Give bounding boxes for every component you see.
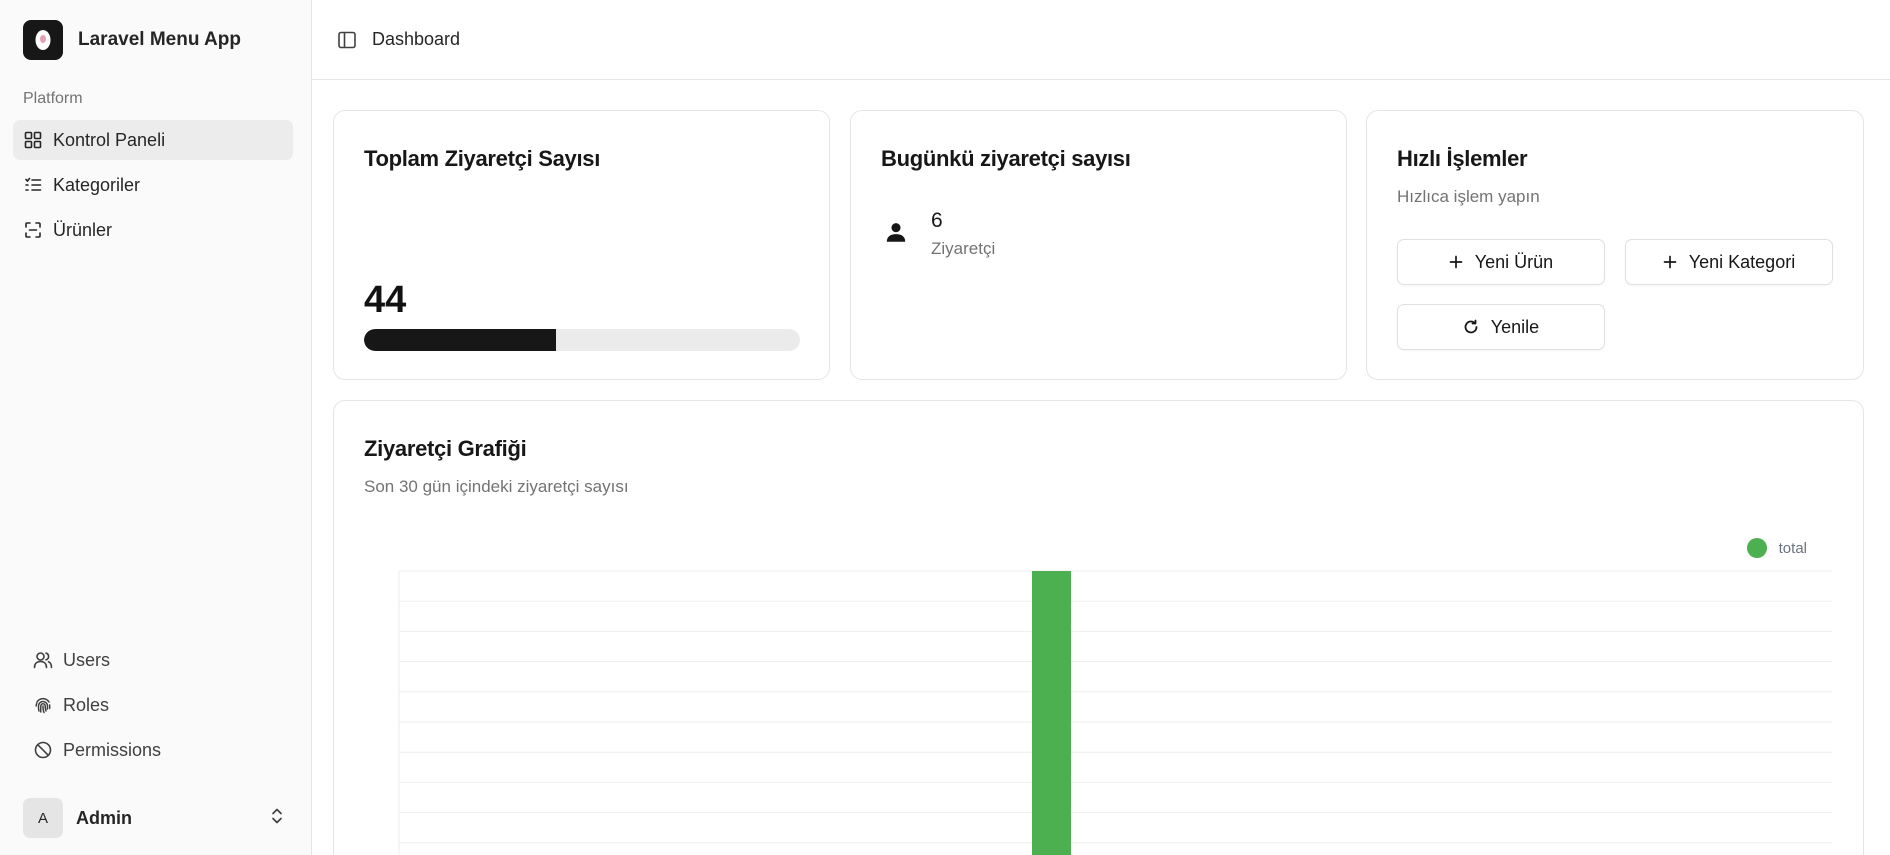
fingerprint-icon xyxy=(33,695,53,715)
sidebar-item-label: Ürünler xyxy=(53,219,113,240)
grid-icon xyxy=(23,130,43,150)
plus-icon xyxy=(1449,255,1463,269)
today-visitors-card: Bugünkü ziyaretçi sayısı 6 Ziyaretçi xyxy=(850,110,1347,380)
sidebar-item-dashboard[interactable]: Kontrol Paneli xyxy=(13,120,293,160)
user-icon xyxy=(883,219,909,245)
sidebar-item-label: Permissions xyxy=(63,739,162,760)
card-title: Bugünkü ziyaretçi sayısı xyxy=(881,146,1131,171)
total-visitors-value: 44 xyxy=(364,279,407,321)
sidebar-item-label: Kategoriler xyxy=(53,174,141,195)
sidebar-item-label: Kontrol Paneli xyxy=(53,129,166,150)
app-name: Laravel Menu App xyxy=(78,29,241,50)
user-menu[interactable]: A Admin xyxy=(23,798,285,838)
brand[interactable]: Laravel Menu App xyxy=(23,20,241,60)
sidebar-item-categories[interactable]: Kategoriler xyxy=(13,165,293,205)
new-category-label: Yeni Kategori xyxy=(1688,251,1796,272)
plus-icon xyxy=(1663,255,1677,269)
list-icon xyxy=(23,175,43,195)
sidebar-item-roles[interactable]: Roles xyxy=(23,685,293,725)
sidebar-toggle-icon[interactable] xyxy=(336,29,358,51)
new-product-label: Yeni Ürün xyxy=(1474,251,1554,272)
refresh-icon xyxy=(1463,319,1479,335)
new-category-button[interactable]: Yeni Kategori xyxy=(1625,239,1833,285)
app-logo-icon xyxy=(23,20,63,60)
sidebar: Laravel Menu App Platform Kontrol Paneli xyxy=(0,0,312,855)
sidebar-item-label: Roles xyxy=(63,694,110,715)
today-visitors-value: 6 xyxy=(931,209,943,232)
sidebar-nav: Kontrol Paneli Kategoriler Ürünler xyxy=(13,120,293,255)
card-subtitle: Hızlıca işlem yapın xyxy=(1397,187,1540,206)
top-header: Dashboard xyxy=(312,0,1890,80)
card-title: Toplam Ziyaretçi Sayısı xyxy=(364,146,601,171)
sidebar-item-permissions[interactable]: Permissions xyxy=(23,730,293,770)
scan-icon xyxy=(23,220,43,240)
refresh-button[interactable]: Yenile xyxy=(1397,304,1605,350)
user-name: Admin xyxy=(76,807,132,828)
quick-actions-card: Hızlı İşlemler Hızlıca işlem yapın Yeni … xyxy=(1366,110,1864,380)
page-title: Dashboard xyxy=(372,29,461,49)
sidebar-bottom-nav: Users Roles Permissions xyxy=(23,640,293,775)
progress-fill xyxy=(364,329,556,351)
total-visitors-card: Toplam Ziyaretçi Sayısı 44 xyxy=(333,110,830,380)
sidebar-item-label: Users xyxy=(63,649,111,670)
visitor-bar-chart xyxy=(398,570,1832,855)
visitor-chart-card: Ziyaretçi Grafiği Son 30 gün içindeki zi… xyxy=(333,400,1864,855)
visitors-progress-bar xyxy=(364,329,800,351)
chevrons-up-down-icon xyxy=(269,807,285,830)
refresh-label: Yenile xyxy=(1490,316,1540,337)
sidebar-item-users[interactable]: Users xyxy=(23,640,293,680)
new-product-button[interactable]: Yeni Ürün xyxy=(1397,239,1605,285)
today-visitors-label: Ziyaretçi xyxy=(931,239,996,258)
chart-bar[interactable] xyxy=(1032,571,1071,855)
avatar: A xyxy=(23,798,63,838)
ban-icon xyxy=(33,740,53,760)
sidebar-item-products[interactable]: Ürünler xyxy=(13,210,293,250)
card-title: Hızlı İşlemler xyxy=(1397,146,1528,171)
users-icon xyxy=(33,650,53,670)
sidebar-section-label: Platform xyxy=(23,90,83,107)
